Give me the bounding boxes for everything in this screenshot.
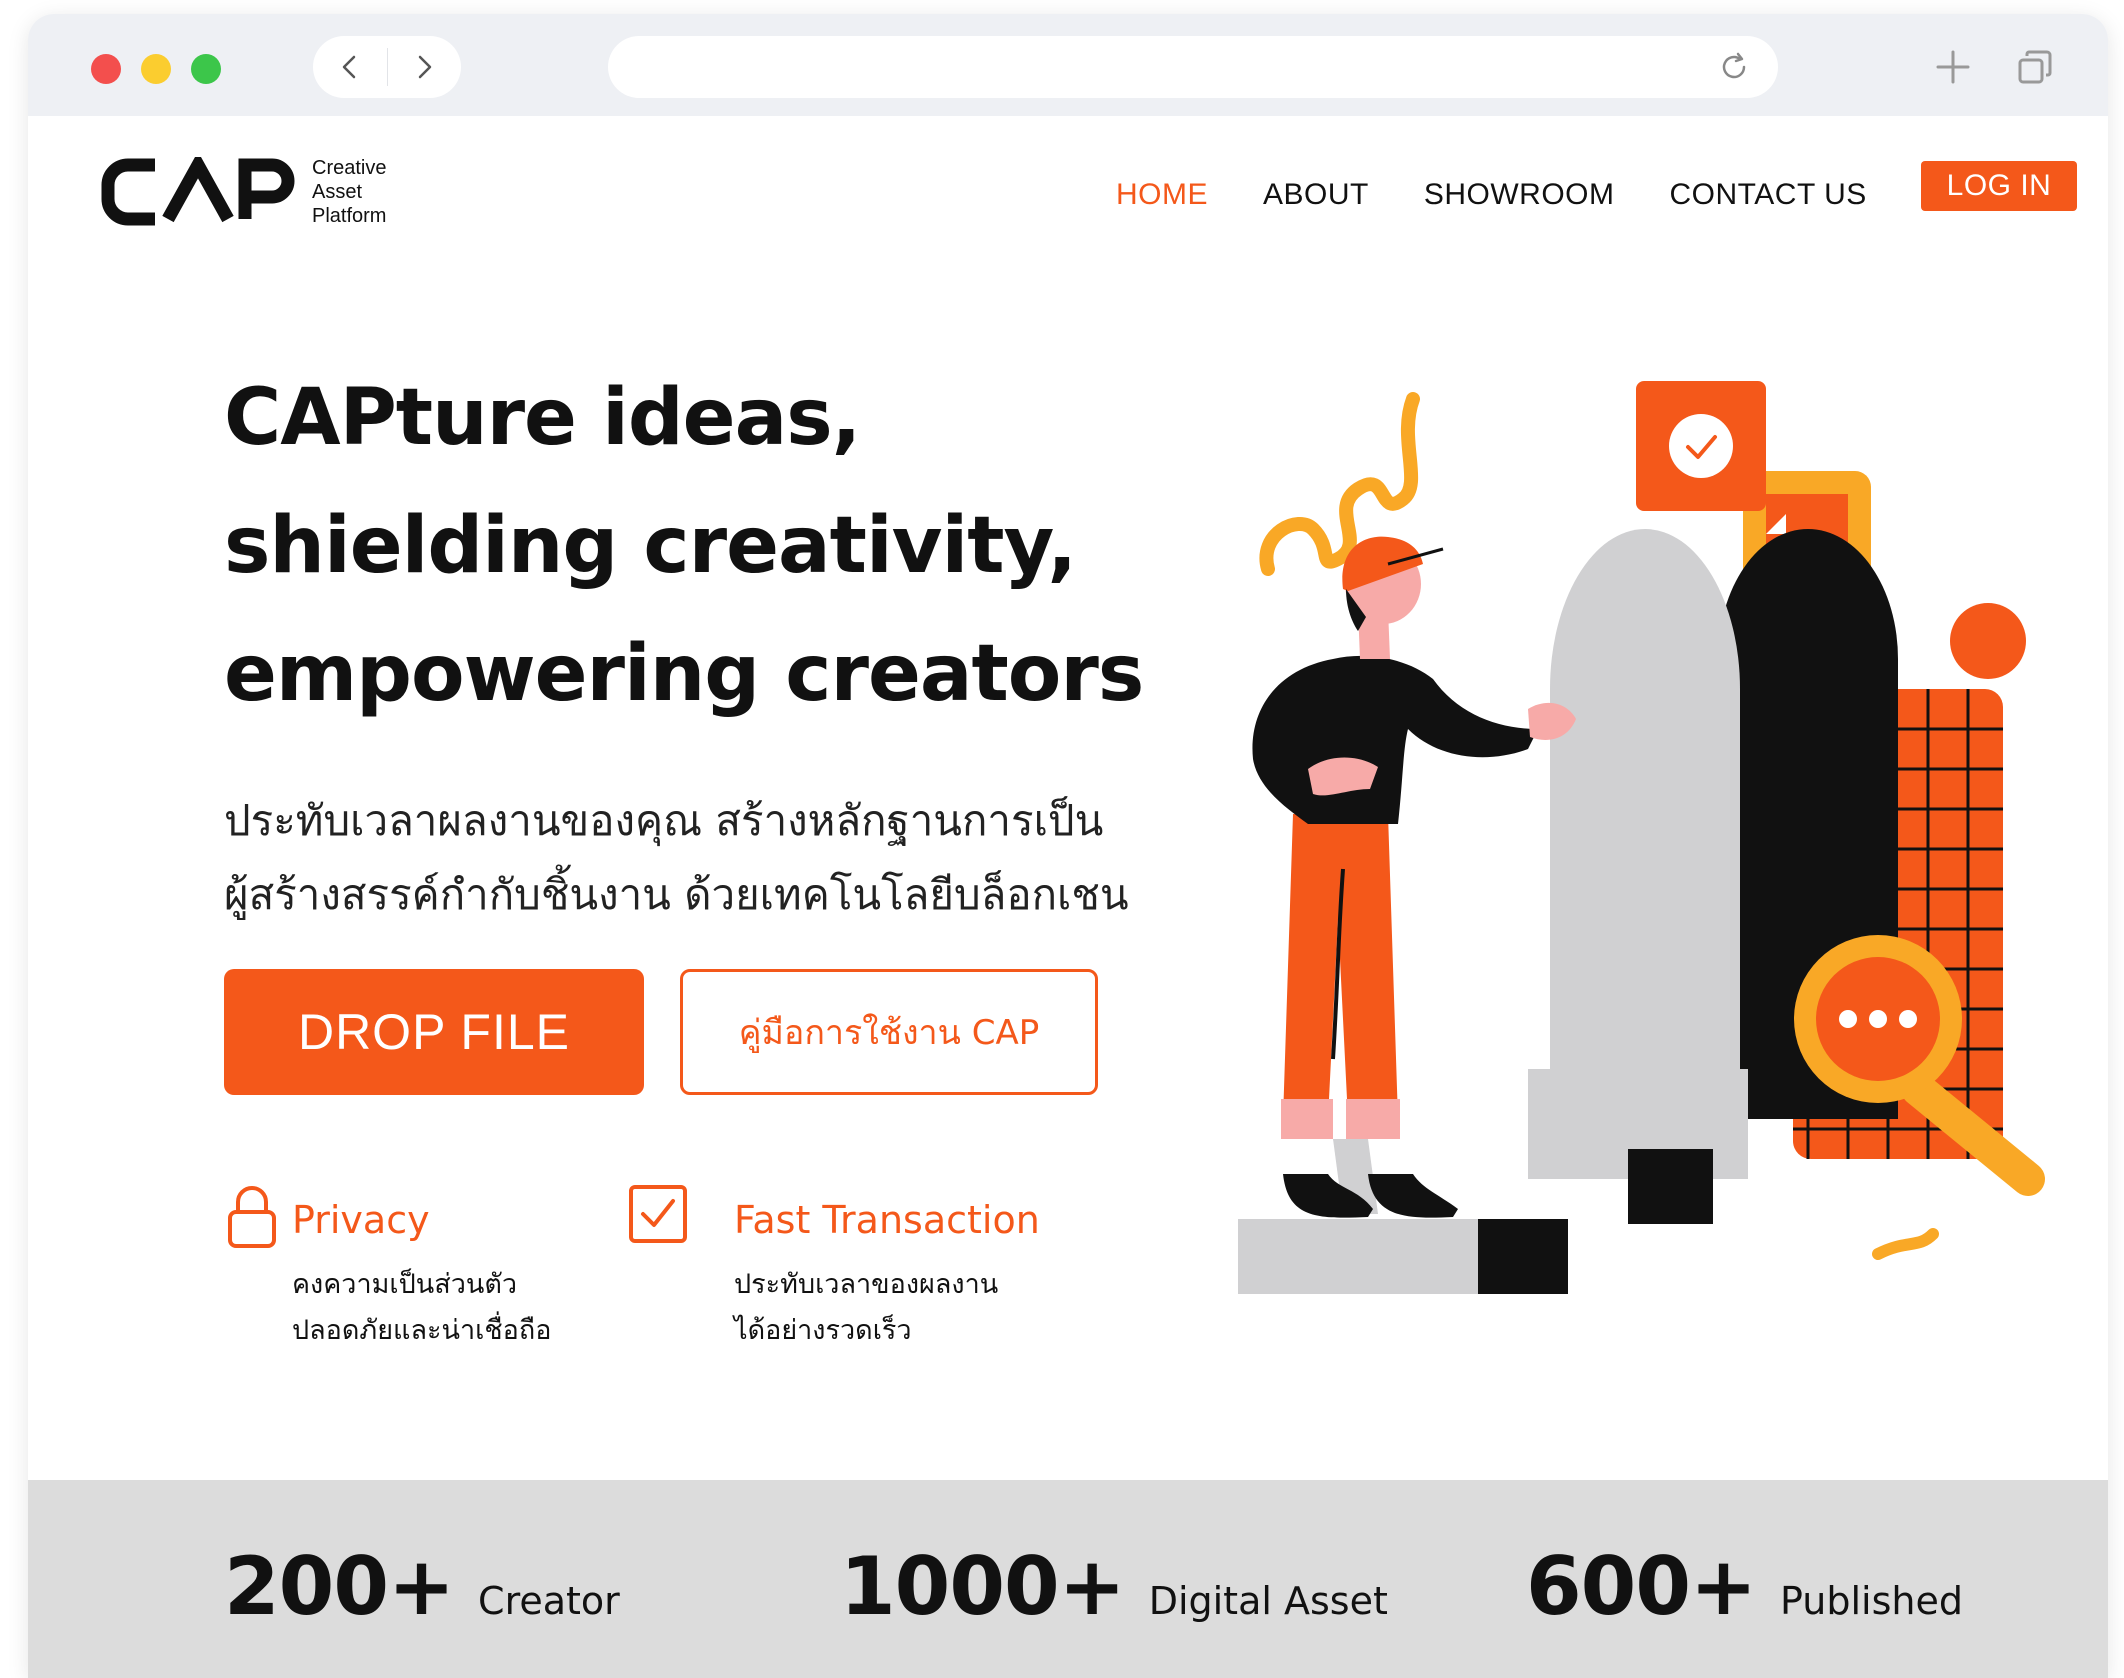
nav-contact-us[interactable]: CONTACT US	[1670, 178, 1867, 212]
minimize-window-button[interactable]	[141, 54, 171, 84]
tagline-line: Platform	[312, 205, 387, 227]
new-tab-icon[interactable]	[1928, 42, 1978, 92]
hero-title-line: CAPture ideas,	[224, 373, 861, 463]
feature-desc-line: คงความเป็นส่วนตัว	[292, 1269, 518, 1300]
feature-description: คงความเป็นส่วนตัว ปลอดภัยและน่าเชื่อถือ	[292, 1262, 551, 1354]
tagline-line: Asset	[312, 181, 363, 203]
checkbox-icon	[628, 1184, 687, 1250]
nav-home[interactable]: HOME	[1116, 178, 1208, 212]
stat-published: 600+ Published	[1526, 1540, 1963, 1633]
brand-logo[interactable]: Creative Asset Platform	[100, 156, 386, 228]
nav-showroom[interactable]: SHOWROOM	[1424, 178, 1615, 212]
history-nav	[313, 36, 461, 98]
stat-value: 600+	[1526, 1540, 1757, 1633]
lock-icon	[224, 1184, 280, 1250]
forward-icon[interactable]	[387, 36, 461, 98]
browser-window: Creative Asset Platform HOME ABOUT SHOWR…	[28, 14, 2108, 1678]
stat-label: Published	[1780, 1579, 1963, 1623]
site-header: Creative Asset Platform HOME ABOUT SHOWR…	[28, 116, 2108, 266]
feature-title: Fast Transaction	[734, 1198, 1040, 1242]
stat-label: Digital Asset	[1148, 1579, 1388, 1623]
stats-bar: 200+ Creator 1000+ Digital Asset 600+ Pu…	[28, 1480, 2108, 1678]
cap-logo-mark	[101, 157, 295, 226]
hero-title-line: empowering creators	[224, 629, 1144, 719]
tabs-overview-icon[interactable]	[2010, 42, 2060, 92]
user-guide-button[interactable]: คู่มือการใช้งาน CAP	[680, 969, 1098, 1095]
stat-value: 1000+	[840, 1540, 1126, 1633]
stat-creators: 200+ Creator	[224, 1540, 620, 1633]
feature-title: Privacy	[292, 1198, 430, 1242]
hero-subtitle: ประทับเวลาผลงานของคุณ สร้างหลักฐานการเป็…	[224, 784, 1254, 932]
feature-desc-line: ได้อย่างรวดเร็ว	[734, 1315, 912, 1346]
hero-title-line: shielding creativity,	[224, 501, 1077, 591]
hero-illustration	[1238, 381, 2045, 1294]
maximize-window-button[interactable]	[191, 54, 221, 84]
feature-description: ประทับเวลาของผลงาน ได้อย่างรวดเร็ว	[734, 1262, 998, 1354]
stat-label: Creator	[478, 1579, 620, 1623]
hero-subtitle-line: ผู้สร้างสรรค์กำกับชิ้นงาน ด้วยเทคโนโลยีบ…	[224, 870, 1129, 919]
reload-icon[interactable]	[1716, 49, 1752, 85]
back-icon[interactable]	[313, 36, 387, 98]
logo-tagline: Creative Asset Platform	[312, 156, 386, 228]
stat-value: 200+	[224, 1540, 455, 1633]
hero-subtitle-line: ประทับเวลาผลงานของคุณ สร้างหลักฐานการเป็…	[224, 796, 1104, 845]
close-window-button[interactable]	[91, 54, 121, 84]
tagline-line: Creative	[312, 157, 387, 179]
browser-toolbar	[28, 14, 2108, 116]
drop-file-button[interactable]: DROP FILE	[224, 969, 644, 1095]
nav-about[interactable]: ABOUT	[1263, 178, 1369, 212]
login-button[interactable]: LOG IN	[1921, 161, 2077, 211]
stat-digital-assets: 1000+ Digital Asset	[840, 1540, 1388, 1633]
main-nav: HOME ABOUT SHOWROOM CONTACT US	[1116, 178, 1922, 212]
feature-desc-line: ปลอดภัยและน่าเชื่อถือ	[292, 1315, 552, 1346]
hero-title: CAPture ideas, shielding creativity, emp…	[224, 354, 1264, 738]
feature-desc-line: ประทับเวลาของผลงาน	[734, 1269, 999, 1300]
address-bar[interactable]	[608, 36, 1778, 98]
